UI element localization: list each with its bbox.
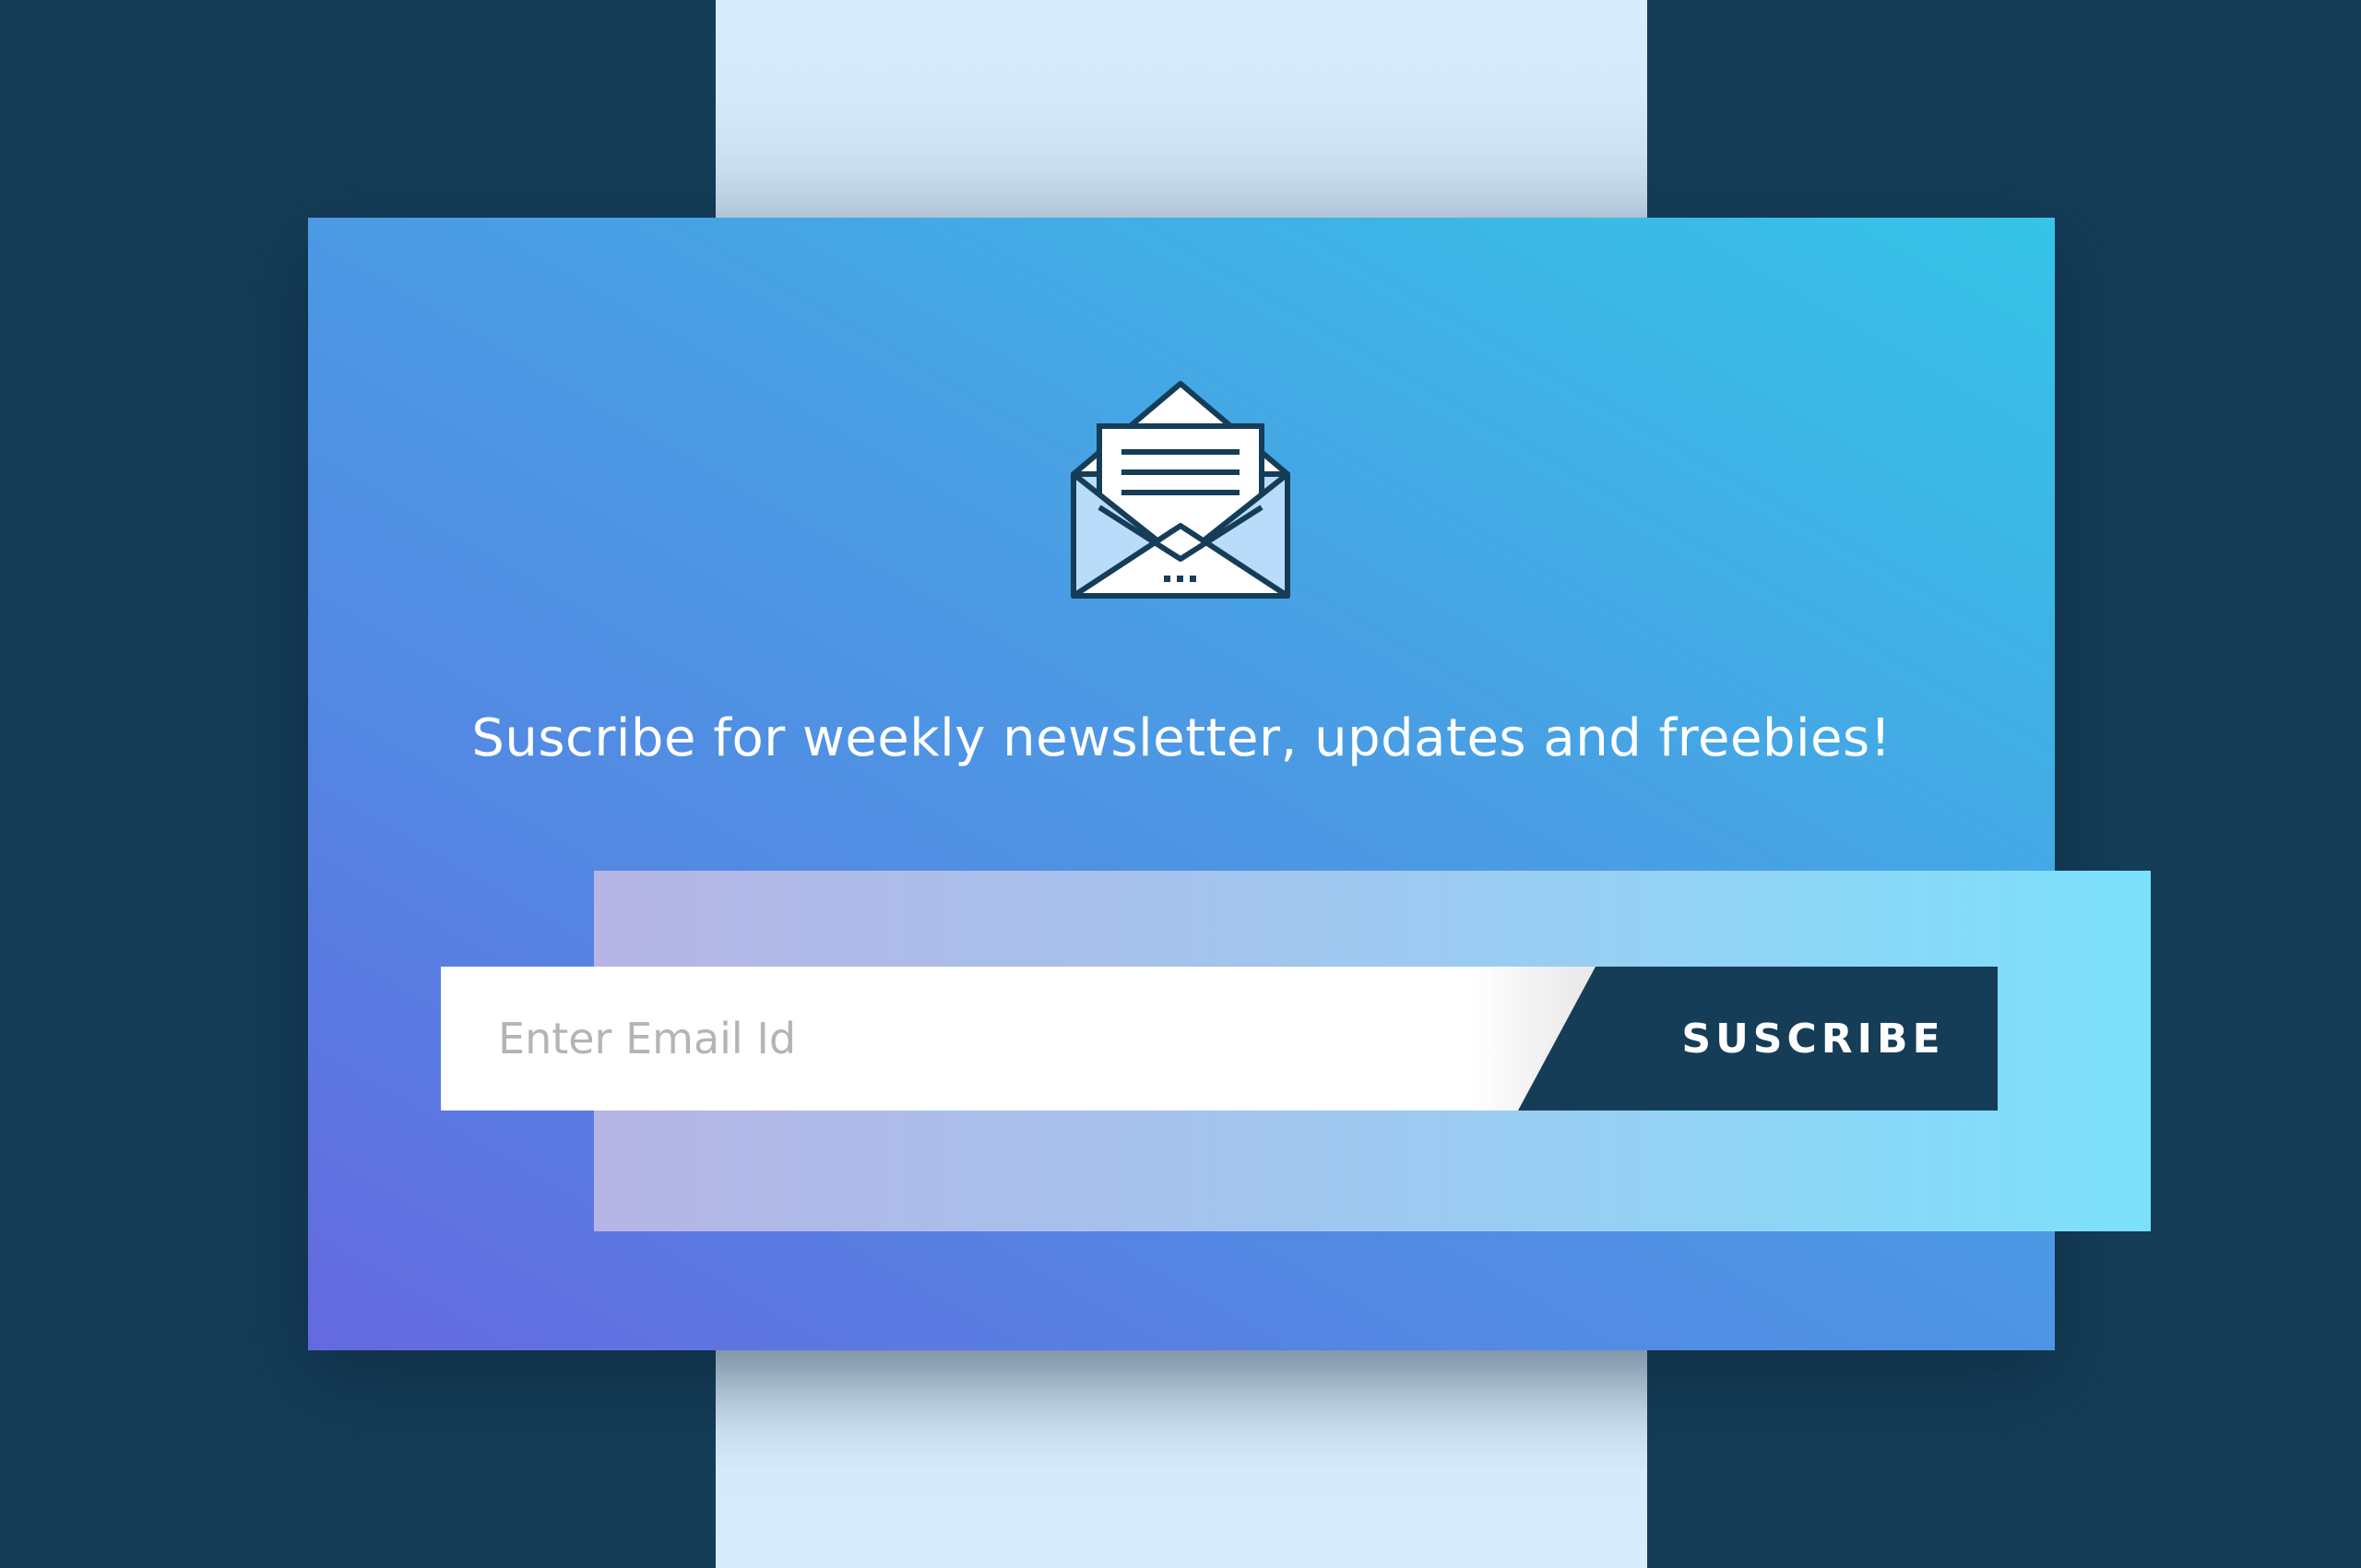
newsletter-headline: Suscribe for weekly newsletter, updates …	[471, 708, 1892, 768]
email-input[interactable]	[441, 967, 1640, 1111]
subscribe-button[interactable]: SUSCRIBE	[1518, 967, 1998, 1111]
open-envelope-icon	[1071, 381, 1290, 599]
